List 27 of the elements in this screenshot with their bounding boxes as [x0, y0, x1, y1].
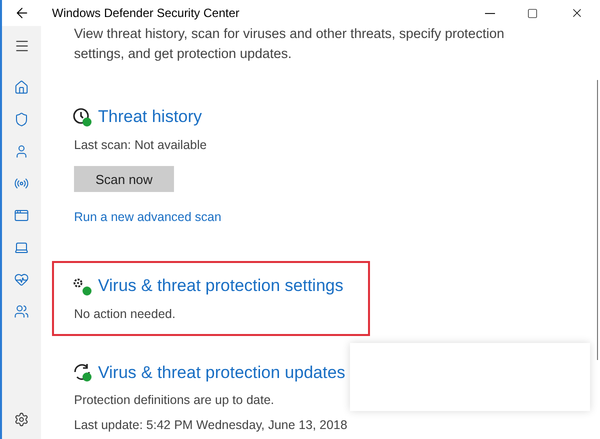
window-icon[interactable]: [14, 208, 29, 223]
section-heading[interactable]: Threat history: [98, 104, 202, 130]
status-text: No action needed.: [74, 306, 176, 323]
people-icon[interactable]: [14, 304, 29, 319]
menu-button[interactable]: [14, 38, 30, 54]
shield-icon[interactable]: [14, 112, 29, 127]
settings-button[interactable]: [14, 412, 29, 427]
status-text: Last update: 5:42 PM Wednesday, June 13, 2018: [74, 416, 348, 434]
refresh-check-icon: [72, 362, 92, 382]
gears-check-icon: [72, 276, 92, 296]
heart-icon[interactable]: [14, 272, 29, 287]
back-button[interactable]: [14, 5, 30, 21]
status-text: Protection definitions are up to date.: [74, 392, 276, 409]
home-icon[interactable]: [14, 80, 29, 95]
status-text: Last scan: Not available: [74, 136, 208, 154]
scan-now-button[interactable]: Scan now: [74, 166, 174, 192]
minimize-button[interactable]: [485, 12, 495, 14]
advanced-scan-link[interactable]: Run a new advanced scan: [74, 210, 222, 224]
section-heading[interactable]: Virus & threat protection settings: [98, 273, 344, 299]
section-heading[interactable]: Virus & threat protection updates: [98, 360, 346, 385]
person-icon[interactable]: [14, 144, 29, 159]
maximize-button[interactable]: [527, 8, 538, 18]
window-title: Windows Defender Security Center: [52, 5, 240, 22]
intro-text: View threat history, scan for viruses and other threats, specify protection settings, and get protection updates.: [74, 25, 506, 63]
antenna-icon[interactable]: [14, 176, 29, 191]
clock-check-icon: [72, 106, 92, 127]
laptop-icon[interactable]: [14, 240, 29, 255]
